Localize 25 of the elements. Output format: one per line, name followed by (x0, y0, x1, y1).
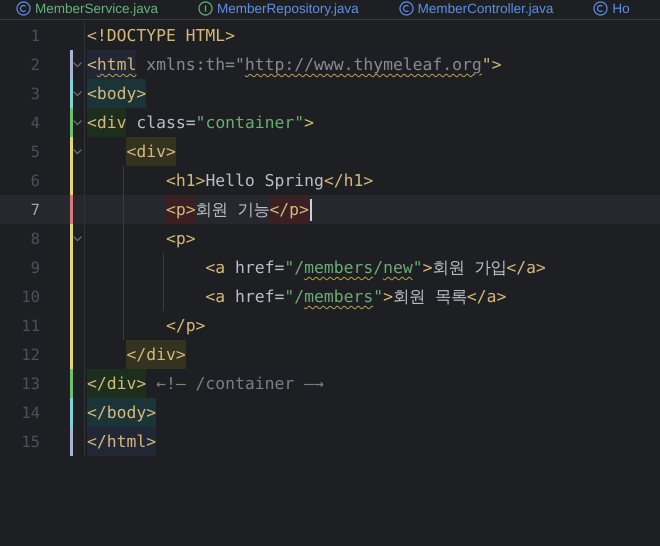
code-line: <p>회원 기능</p> (85, 195, 309, 224)
fold-icon[interactable] (72, 146, 83, 157)
class-icon (398, 1, 414, 16)
fold-icon[interactable] (72, 88, 83, 99)
editor-tab[interactable]: MemberController.java (396, 0, 556, 17)
fold-icon[interactable] (72, 117, 83, 128)
fold-icon[interactable] (72, 59, 83, 70)
interface-icon (198, 1, 214, 16)
code-line: <!DOCTYPE HTML> (86, 25, 236, 47)
class-icon (16, 1, 31, 16)
text-cursor (310, 198, 312, 220)
class-icon (593, 1, 608, 16)
code-line: <h1>Hello Spring</h1> (85, 166, 374, 195)
editor-tab[interactable]: MemberService.java (14, 0, 160, 17)
code-line: <div class="container"> (85, 108, 314, 137)
code-line: <a href="/members/new">회원 가입</a> (85, 253, 546, 282)
editor-tab[interactable]: Ho (591, 0, 632, 17)
fold-icon[interactable] (72, 233, 83, 244)
editor-tab[interactable]: MemberRepository.java (196, 0, 361, 17)
code-line: </div> ←!— /container —→ (85, 369, 324, 398)
line-number: 7 (30, 200, 40, 218)
code-line: <a href="/members">회원 목록</a> (85, 282, 506, 311)
code-line: </p> (85, 311, 206, 340)
code-line: <html xmlns:th="http://www.thymeleaf.org"> (85, 50, 502, 79)
code-line: <p> (85, 224, 196, 253)
